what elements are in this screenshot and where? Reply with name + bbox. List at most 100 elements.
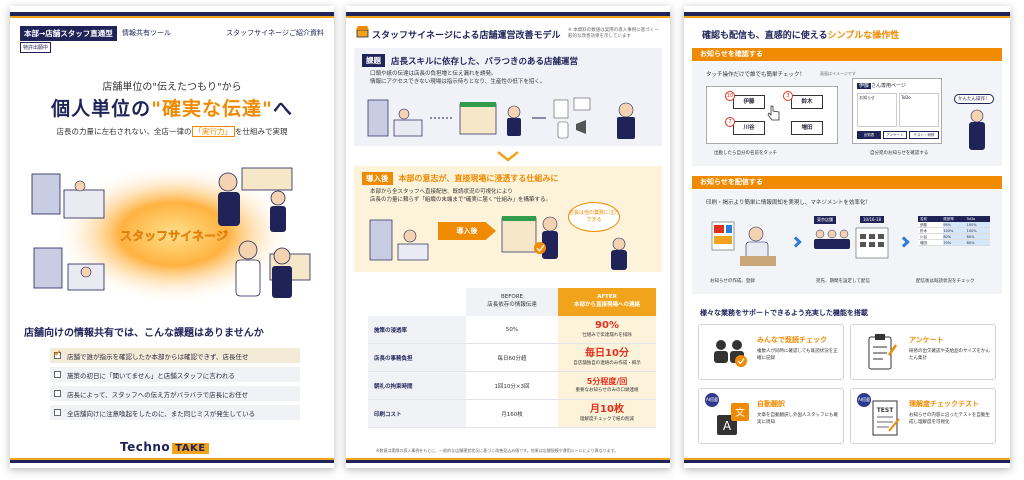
image-note: 画面はイメージです	[820, 71, 856, 76]
distribute-step-3: 配信後は既読状況をチェック	[916, 279, 975, 284]
checklist-item: 店舗で誰が指示を確認したか本部からは確認できず、店長任せ	[50, 348, 300, 363]
feature-title: 自動翻訳	[757, 400, 785, 408]
survey-button[interactable]: アンケート	[883, 131, 907, 139]
svg-text:文: 文	[735, 406, 745, 419]
chevron-down-icon	[497, 151, 519, 162]
unread-count-badge: 7	[725, 117, 735, 127]
personal-page-name: 伊藤	[857, 83, 872, 89]
comparison-table: BEFORE 店長依存の情報伝達 AFTER 本部から直接現場への連絡 施策の浸透率…	[368, 288, 656, 428]
feature-card-survey: アンケート 研修の出欠確認や支給品のサイズをかんたん集計	[850, 324, 996, 380]
checklist-item: 施策の初日に「聞いてません」と店舗スタッフに言われる	[50, 367, 300, 382]
footnote: ※数値は実際の導入事例をもとに、一般的な店舗運営状況に基づく改善見込み値です。効…	[376, 448, 619, 453]
section-header-distribute: お知らせを配信する	[692, 176, 1002, 189]
desc-part-b: 「実行力」	[191, 126, 235, 137]
bottom-stripe	[346, 460, 670, 463]
personal-page-screen: 伊藤 さん専用ページ お知らせ ToDo 出勤表 アンケート テスト・研修	[852, 78, 942, 144]
check-step-b: 自分宛のお知らせを確認する	[870, 151, 929, 156]
table-header: BEFORE 店長依存の情報伝達 AFTER 本部から直接現場への連絡	[368, 288, 656, 316]
checkbox-icon	[54, 371, 61, 378]
after-header: 導入後 本部の意志が、直接現場に浸透する仕組みに	[362, 172, 558, 185]
table-row: 施策の浸透率 50% 90% 仕組みで伝達漏れを排除	[368, 316, 656, 344]
hero-part-b: "確実な伝達"	[151, 98, 273, 120]
checkbox-icon	[54, 409, 61, 416]
table-row: 店長の事務負担 毎日60分超 毎日10分 自店舗独自の連絡のみ作成・掲示	[368, 344, 656, 372]
create-notice-illustration	[711, 221, 776, 266]
attendance-button[interactable]: 出勤表	[857, 131, 881, 139]
distribute-step-1: お知らせの作成、登録	[710, 279, 755, 284]
after-label: 導入後	[362, 172, 393, 185]
check-step-a: 出勤したら自分の名前をタッチ	[714, 151, 777, 156]
store-icon	[356, 26, 369, 38]
name-card[interactable]: 増田	[791, 121, 823, 135]
feature-card-read-check: みんなで既読チェック 複数人が同時に確認しても既読状況を正確に記録	[698, 324, 844, 380]
page-note: ※ 本資料の数値は実際の導入事例に基づく一般的な改善効果を示しています	[568, 28, 659, 39]
hq-illustration	[369, 219, 429, 261]
document-title: スタッフサイネージご紹介資料	[226, 29, 324, 37]
todo-panel: ToDo	[899, 93, 939, 127]
page-title: 確認も配信も、直感的に使えるシンプルな操作性	[702, 31, 900, 41]
table-row: 朝礼の拘束時間 1回10分×3回 5分程度/回 重要なお知らせのみの口頭連絡	[368, 372, 656, 400]
feature-desc: 文章を自動翻訳し外国人スタッフにも確実に周知	[757, 413, 838, 425]
issue-section: 課題 店長スキルに依存した、バラつきのある店舗運営 口頭や紙の伝達は店長の負担増…	[354, 48, 662, 146]
manager-bubble: 店長は他の業務に注力できる	[568, 202, 620, 232]
issue-label: 課題	[362, 54, 385, 67]
hero-illustration: スタッフサイネージ	[31, 164, 311, 304]
issue-header: 課題 店長スキルに依存した、バラつきのある店舗運営	[362, 54, 578, 67]
bottom-stripe	[10, 460, 334, 463]
product-type-badge: 本部→店舗スタッフ直通型	[20, 26, 117, 41]
manager-illustration	[611, 237, 627, 270]
feature-card-translation: AI搭載 A 文 自動翻訳 文章を自動翻訳し外国人スタッフにも確実に周知	[698, 388, 844, 444]
set-target-illustration	[814, 227, 889, 259]
notice-panel: お知らせ	[857, 93, 897, 127]
bottom-stripe	[684, 460, 1010, 463]
group-users-icon	[714, 340, 747, 367]
features-title: 様々な業務をサポートできるよう充実した機能を搭載	[700, 309, 868, 317]
after-arrow: 導入後	[438, 222, 496, 240]
store-staff-illustration	[501, 216, 558, 259]
page-title: スタッフサイネージによる店舗運営改善モデル	[372, 31, 561, 41]
checkbox-icon	[54, 390, 61, 397]
test-button[interactable]: テスト・研修	[909, 131, 939, 139]
brochure-page-model: スタッフサイネージによる店舗運営改善モデル ※ 本資料の数値は実際の導入事例に基…	[346, 6, 670, 468]
issue-headline: 店長スキルに依存した、バラつきのある店舗運営	[391, 56, 579, 67]
svg-text:A: A	[723, 419, 732, 433]
personal-page-suffix: さん専用ページ	[871, 83, 906, 89]
issue-body: 口頭や紙の伝達は店長の負担増と伝え漏れを誘発。 情報にアクセスできない現場は指示…	[370, 71, 546, 86]
table-row: 増田 70% 80%	[918, 240, 990, 246]
feature-title: アンケート	[909, 336, 944, 344]
after-headline: 本部の意志が、直接現場に浸透する仕組みに	[398, 174, 559, 183]
feature-desc: お知らせの内容に沿ったテストを自動生成し理解度を可視化	[909, 413, 990, 425]
translate-icon: A 文	[717, 403, 749, 435]
chevron-right-icon	[898, 236, 910, 248]
top-stripe-accent	[346, 16, 670, 18]
top-stripe-accent	[10, 16, 334, 18]
brochure-page-cover: 本部→店舗スタッフ直通型 情報共有ツール スタッフサイネージご紹介資料 特許出願…	[10, 6, 334, 468]
hero-part-c: へ	[272, 98, 293, 120]
problem-question: 店舗向けの情報共有では、こんな課題はありませんか	[24, 328, 264, 339]
read-status-table: 名前 既読率 ToDo 伊藤 95% 100% 鈴木 100% 100% 川谷 80% 80% …	[918, 216, 990, 246]
company-logo: Techno TAKE	[120, 440, 209, 454]
distribute-step-2: 宛先、期間を設定して配信	[816, 279, 870, 284]
hero-subtitle: 店舗単位の"伝えたつもり"から	[102, 82, 242, 93]
store-target-tag: 東京店舗	[814, 216, 836, 224]
name-card[interactable]: 川谷	[733, 121, 765, 135]
feature-title: 理解度チェックテスト	[909, 400, 979, 408]
chevron-right-icon	[790, 236, 802, 248]
name-card[interactable]: 鈴木	[791, 95, 823, 109]
check-section: タッチ操作だけで誰でも簡単チェック！ 画面はイメージです 伊藤 鈴木 川谷 増田…	[692, 62, 1002, 166]
unread-count-badge: 10	[725, 91, 735, 101]
hero-headline: 個人単位の"確実な伝達"へ	[10, 94, 334, 121]
date-range-tag: 10/16-18	[860, 216, 885, 223]
checkbox-checked-icon	[54, 349, 62, 359]
name-card[interactable]: 伊藤	[733, 95, 765, 109]
distribute-section: 印刷・掲示より簡単に情報周知を実現し、マネジメントを効率化！ 東京店舗 10/1…	[692, 190, 1002, 294]
desc-part-a: 店長の力量に左右されない、全店一律の	[56, 127, 192, 136]
feature-card-test: AI搭載 TEST 理解度チェックテスト お知らせの内容に沿ったテストを自動生成…	[850, 388, 996, 444]
after-body: 本部から全スタッフへ直接配信、既読状況の可視化により 店長の力量に頼らず「組織の…	[370, 189, 551, 204]
top-stripe-accent	[684, 16, 1010, 18]
issue-illustration	[367, 97, 635, 139]
feature-title: みんなで既読チェック	[757, 336, 827, 344]
patent-tag: 特許出願中	[20, 42, 52, 53]
check-caption: タッチ操作だけで誰でも簡単チェック！	[706, 72, 806, 78]
hand-pointer-icon	[767, 105, 780, 121]
